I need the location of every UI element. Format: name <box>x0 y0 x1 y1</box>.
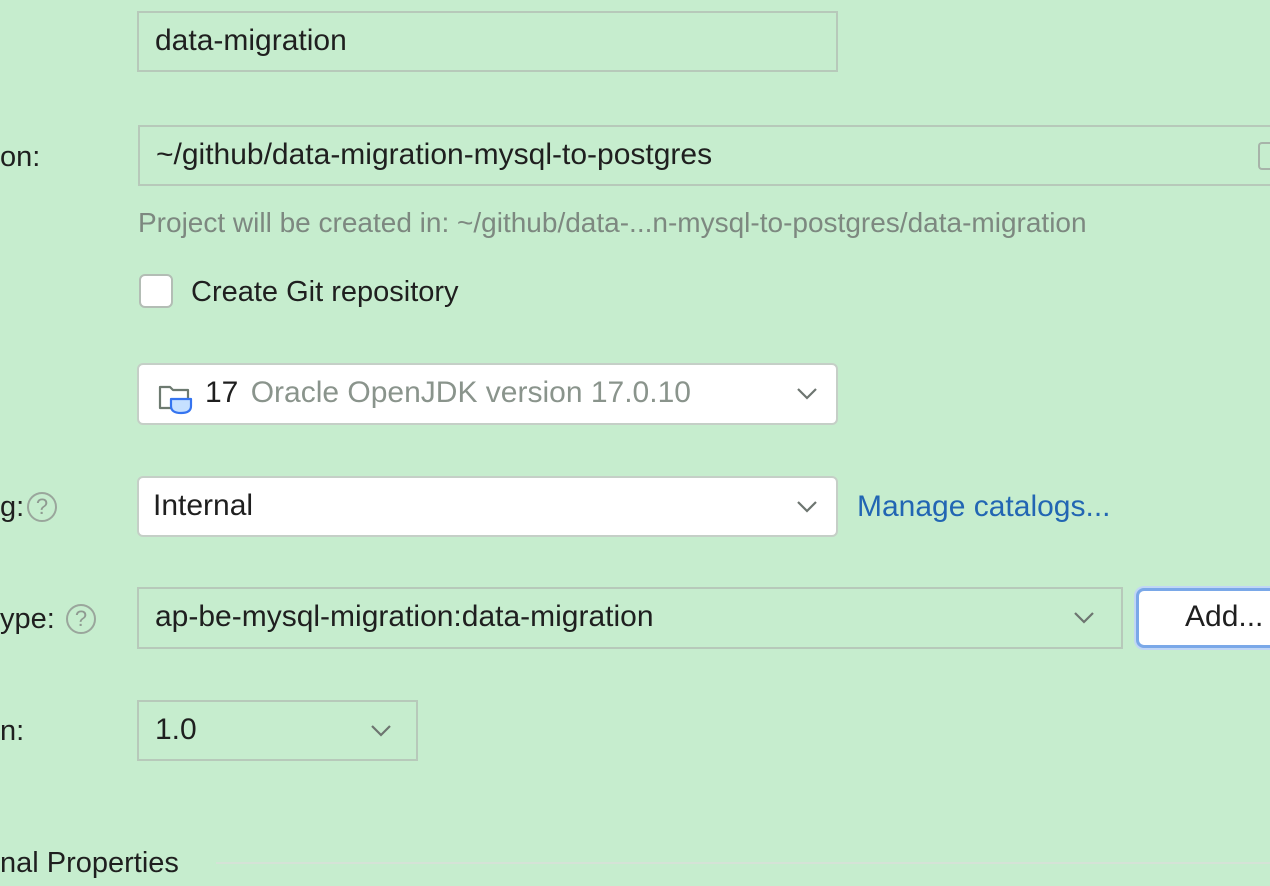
archetype-help-icon[interactable]: ? <box>66 604 96 634</box>
git-checkbox-label: Create Git repository <box>191 276 459 308</box>
location-input[interactable]: ~/github/data-migration-mysql-to-postgre… <box>138 125 1270 186</box>
location-label: on: <box>0 141 41 173</box>
archetype-label: ype: <box>0 603 55 635</box>
version-dropdown-value: 1.0 <box>155 713 197 746</box>
archetype-dropdown-value: ap-be-mysql-migration:data-migration <box>155 600 654 633</box>
git-checkbox[interactable] <box>139 274 173 308</box>
jdk-version: 17 <box>205 376 239 409</box>
jdk-dropdown[interactable]: 17 Oracle OpenJDK version 17.0.10 <box>137 363 838 425</box>
location-input-value: ~/github/data-migration-mysql-to-postgre… <box>156 138 713 171</box>
catalog-help-icon[interactable]: ? <box>27 492 57 522</box>
catalog-dropdown[interactable]: Internal <box>137 476 838 537</box>
add-archetype-button[interactable]: Add... <box>1136 588 1270 648</box>
archetype-dropdown[interactable]: ap-be-mysql-migration:data-migration <box>137 587 1123 649</box>
location-hint: Project will be created in: ~/github/dat… <box>138 207 1087 238</box>
version-label: n: <box>0 715 25 747</box>
browse-folder-icon[interactable] <box>1258 142 1270 170</box>
version-dropdown[interactable]: 1.0 <box>137 700 418 761</box>
jdk-folder-cup-icon <box>157 379 197 415</box>
chevron-down-icon <box>797 501 817 513</box>
chevron-down-icon <box>1074 612 1094 624</box>
catalog-dropdown-value: Internal <box>153 489 254 522</box>
section-divider <box>216 862 1270 864</box>
additional-properties-header[interactable]: nal Properties <box>0 845 179 881</box>
jdk-description: Oracle OpenJDK version 17.0.10 <box>250 376 691 409</box>
name-input[interactable]: data-migration <box>137 11 838 72</box>
name-input-value: data-migration <box>155 24 347 57</box>
manage-catalogs-link[interactable]: Manage catalogs... <box>857 489 1111 525</box>
chevron-down-icon <box>371 725 391 737</box>
catalog-label: g: <box>0 491 25 523</box>
chevron-down-icon <box>797 388 817 400</box>
